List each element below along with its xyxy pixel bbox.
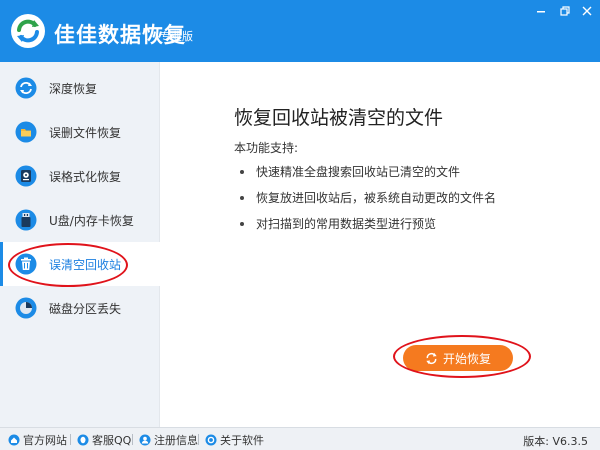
feature-item: 快速精准全盘搜索回收站已清空的文件: [240, 163, 460, 180]
start-recovery-button[interactable]: 开始恢复: [403, 345, 513, 371]
deep-scan-icon: [15, 77, 37, 99]
qq-icon: [77, 434, 89, 445]
sidebar: 深度恢复 误删文件恢复 误格式化恢复 U盘/内存卡恢复 误清空回收站 磁盘分区丢…: [0, 62, 160, 427]
minimize-button[interactable]: [530, 3, 552, 19]
sidebar-item-format-recovery[interactable]: 误格式化恢复: [0, 154, 160, 198]
sidebar-item-partition-lost[interactable]: 磁盘分区丢失: [0, 286, 160, 330]
feature-text: 对扫描到的常用数据类型进行预览: [256, 217, 437, 231]
feature-text: 恢复放进回收站后，被系统自动更改的文件名: [256, 191, 497, 205]
page-title: 恢复回收站被清空的文件: [234, 107, 444, 129]
version-label: 版本: V6.3.5: [523, 435, 588, 448]
partition-icon: [15, 297, 37, 319]
feature-text: 快速精准全盘搜索回收站已清空的文件: [256, 165, 461, 179]
sidebar-item-label: 磁盘分区丢失: [49, 302, 122, 316]
sidebar-item-label: 误格式化恢复: [49, 170, 122, 184]
home-icon: [8, 434, 20, 445]
registration-info-label: 注册信息: [154, 433, 198, 447]
restore-button[interactable]: [554, 3, 576, 19]
user-icon: [139, 434, 151, 445]
bullet-icon: [240, 169, 244, 174]
close-button[interactable]: [576, 3, 598, 19]
divider: [198, 434, 199, 445]
app-logo-icon: [11, 14, 45, 48]
restore-icon: [560, 6, 570, 16]
feature-item: 对扫描到的常用数据类型进行预览: [240, 215, 436, 232]
sidebar-item-label: 深度恢复: [49, 82, 98, 96]
sidebar-item-deleted-files[interactable]: 误删文件恢复: [0, 110, 160, 154]
support-qq-label: 客服QQ: [92, 433, 132, 447]
deleted-file-icon: [15, 121, 37, 143]
divider: [132, 434, 133, 445]
divider: [70, 434, 71, 445]
gear-icon: [205, 434, 217, 445]
about-software-link[interactable]: 关于软件: [205, 432, 264, 447]
sidebar-item-recycle-bin[interactable]: 误清空回收站: [0, 242, 160, 286]
about-software-label: 关于软件: [220, 433, 264, 447]
feature-intro: 本功能支持:: [234, 141, 299, 155]
format-disk-icon: [15, 165, 37, 187]
bullet-icon: [240, 195, 244, 200]
bullet-icon: [240, 221, 244, 226]
minimize-icon: [537, 11, 545, 13]
title-bar: 佳佳数据恢复 专业版: [0, 0, 600, 62]
main-panel: 恢复回收站被清空的文件 本功能支持: 快速精准全盘搜索回收站已清空的文件 恢复放…: [160, 62, 600, 427]
support-qq-link[interactable]: 客服QQ: [77, 432, 131, 447]
usb-drive-icon: [15, 209, 37, 231]
sidebar-item-label: 误清空回收站: [49, 258, 122, 272]
official-website-label: 官方网站: [23, 433, 67, 447]
recycle-bin-icon: [15, 253, 37, 275]
registration-info-link[interactable]: 注册信息: [139, 432, 198, 447]
sidebar-item-label: 误删文件恢复: [49, 126, 122, 140]
app-edition-label: 专业版: [160, 30, 193, 43]
refresh-icon: [426, 352, 437, 364]
start-recovery-label: 开始恢复: [442, 351, 491, 366]
official-website-link[interactable]: 官方网站: [8, 432, 67, 447]
sidebar-item-deep-recovery[interactable]: 深度恢复: [0, 66, 160, 110]
sidebar-item-label: U盘/内存卡恢复: [49, 214, 134, 228]
close-icon: [582, 6, 592, 16]
status-bar: 官方网站 客服QQ 注册信息 关于软件 版本: V6.3.5: [0, 427, 600, 450]
sidebar-item-usb-recovery[interactable]: U盘/内存卡恢复: [0, 198, 160, 242]
feature-item: 恢复放进回收站后，被系统自动更改的文件名: [240, 189, 496, 206]
